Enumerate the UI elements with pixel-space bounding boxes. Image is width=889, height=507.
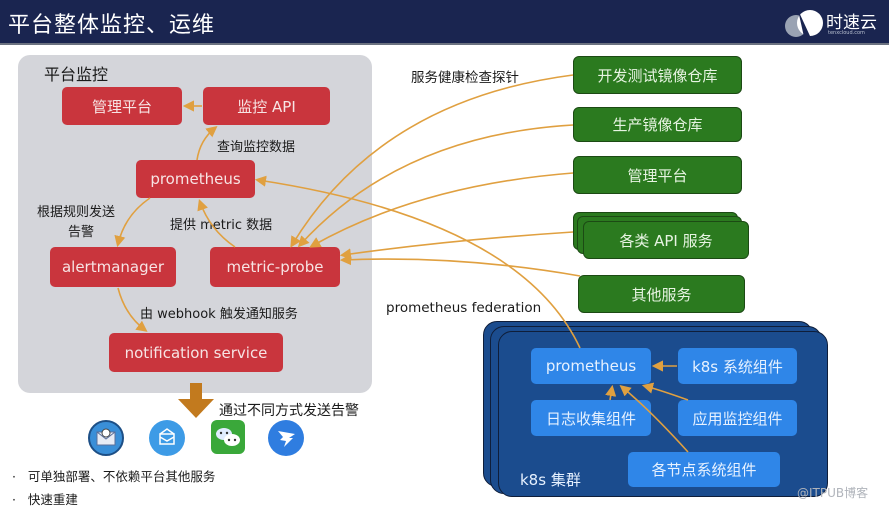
- bullet-list-item: · 可单独部署、不依赖平台其他服务: [12, 469, 216, 484]
- send-alert-label-2: 告警: [68, 225, 95, 240]
- mgmt-platform-box[interactable]: 管理平台: [62, 87, 182, 125]
- bullet-list-item: · 快速重建: [12, 492, 78, 507]
- federation-label: prometheus federation: [386, 300, 542, 316]
- mgmt-platform-service-box[interactable]: 管理平台: [573, 156, 742, 194]
- cloud-logo-icon: [785, 10, 823, 37]
- node-components-box[interactable]: 各节点系统组件: [628, 452, 780, 487]
- app-monitor-box[interactable]: 应用监控组件: [678, 400, 797, 436]
- provide-metric-label: 提供 metric 数据: [170, 218, 273, 233]
- alertmanager-box[interactable]: alertmanager: [50, 247, 176, 287]
- query-data-label: 查询监控数据: [217, 140, 296, 155]
- header-bar: 平台整体监控、运维 时速云 tenxcloud.com: [0, 0, 889, 45]
- logo-subtext: tenxcloud.com: [828, 30, 865, 36]
- bullet-text: 快速重建: [27, 492, 78, 507]
- probe-label: 服务健康检查探针: [411, 70, 519, 86]
- dev-registry-box[interactable]: 开发测试镜像仓库: [573, 56, 742, 94]
- k8s-cluster-label: k8s 集群: [520, 471, 581, 489]
- api-service-box[interactable]: 各类 API 服务: [583, 221, 749, 259]
- monitor-api-box[interactable]: 监控 API: [203, 87, 330, 125]
- wechat-icon: [211, 420, 245, 454]
- notify-label: 通过不同方式发送告警: [219, 403, 359, 419]
- metric-probe-box[interactable]: metric-probe: [210, 247, 340, 287]
- arrow-other-to-probe: [339, 254, 581, 277]
- k8s-prometheus-box[interactable]: prometheus: [531, 348, 651, 384]
- send-alert-label-1: 根据规则发送: [37, 205, 116, 220]
- prod-registry-box[interactable]: 生产镜像仓库: [573, 107, 742, 142]
- notification-service-box[interactable]: notification service: [109, 333, 283, 372]
- bullet-text: 可单独部署、不依赖平台其他服务: [27, 469, 216, 484]
- prometheus-box[interactable]: prometheus: [136, 160, 255, 198]
- logo: 时速云 tenxcloud.com: [784, 6, 884, 40]
- down-arrow-icon: [178, 383, 214, 418]
- webhook-label: 由 webhook 触发通知服务: [140, 307, 298, 322]
- k8s-components-box[interactable]: k8s 系统组件: [678, 348, 797, 384]
- panel-title: 平台监控: [44, 65, 109, 84]
- email-icon: [88, 420, 124, 456]
- log-collector-box[interactable]: 日志收集组件: [531, 400, 651, 436]
- page-title: 平台整体监控、运维: [8, 13, 216, 38]
- dingtalk-icon: [268, 420, 304, 456]
- other-service-box[interactable]: 其他服务: [578, 275, 745, 313]
- watermark: @ITPUB博客: [797, 486, 869, 500]
- arrow-api-to-probe: [339, 231, 574, 260]
- mail-icon: [149, 420, 185, 456]
